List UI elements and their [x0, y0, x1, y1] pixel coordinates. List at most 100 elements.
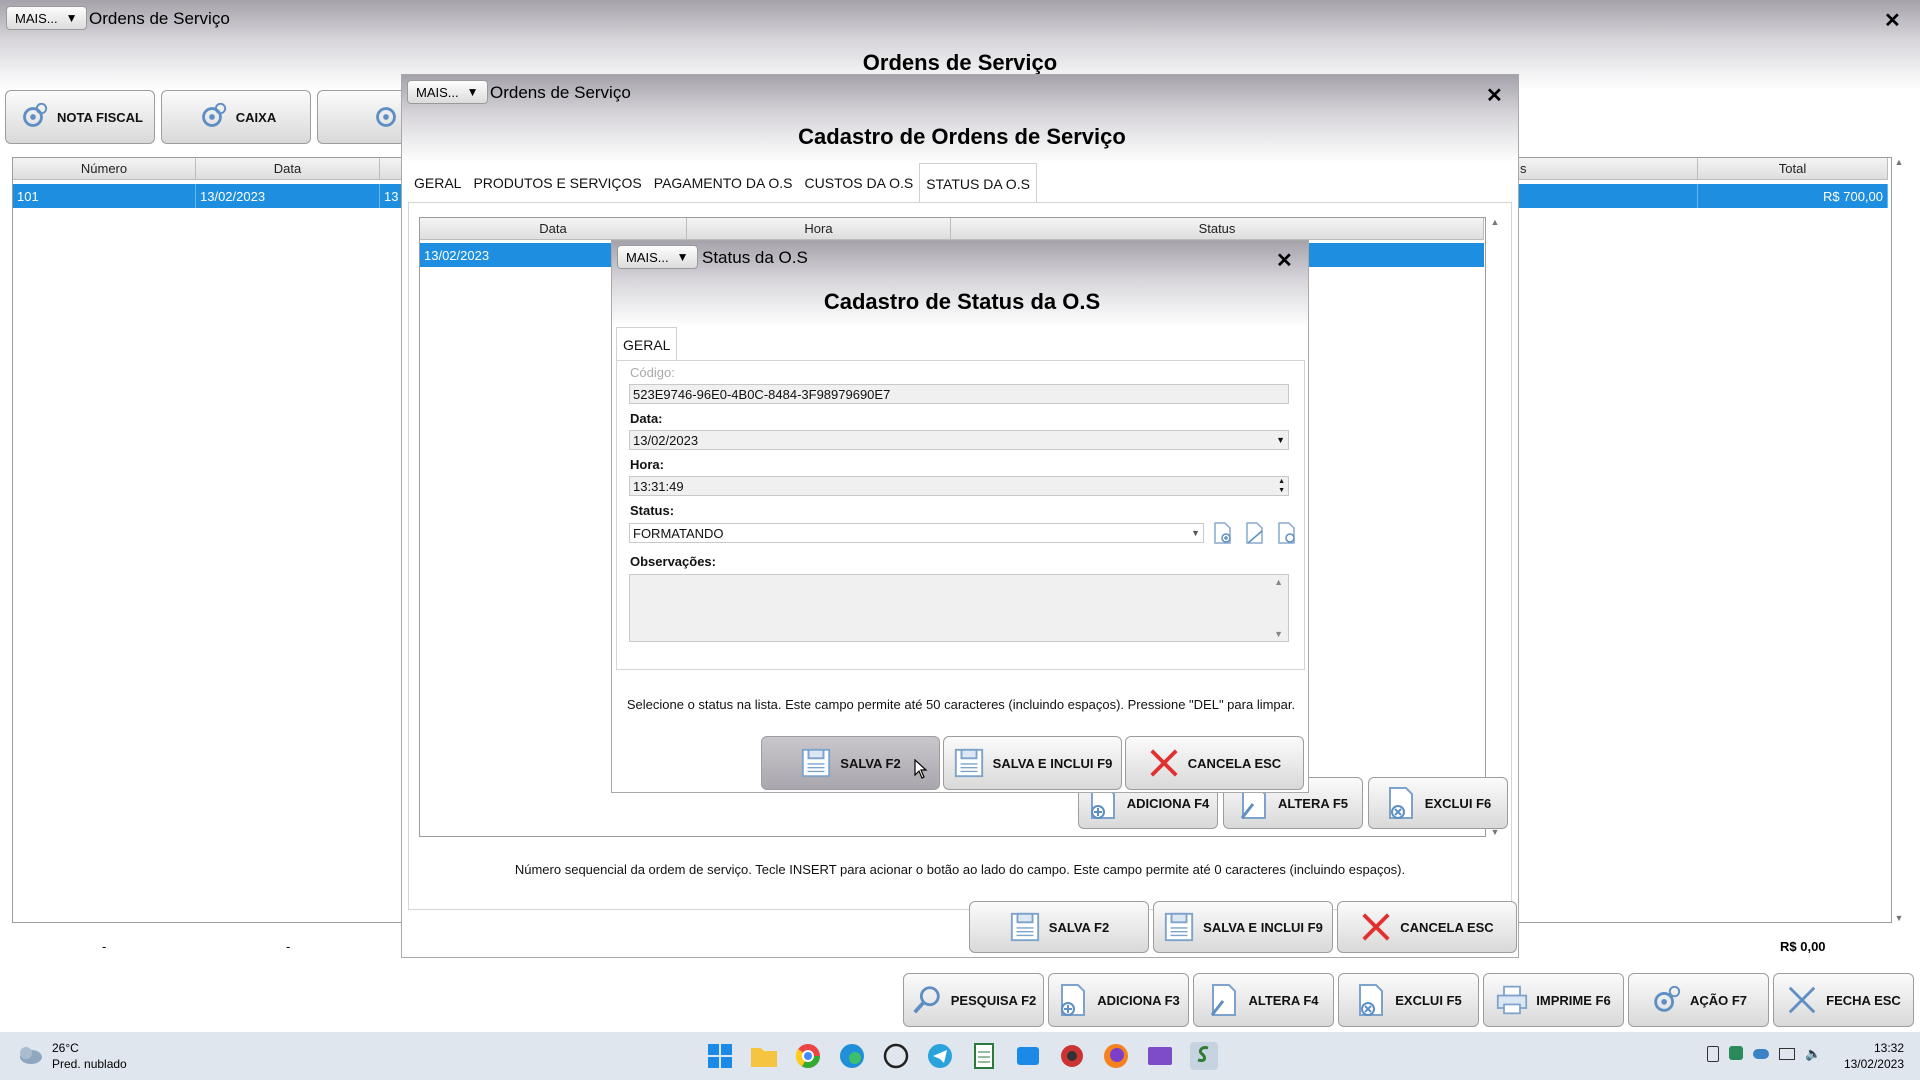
cloud-sync-icon[interactable] [1753, 1049, 1769, 1059]
status-value: FORMATANDO [633, 525, 724, 541]
col-status-hora[interactable]: Hora [687, 218, 951, 239]
taskbar-apps [704, 1040, 1220, 1075]
scroll-up-icon[interactable]: ▲ [1892, 157, 1906, 167]
codigo-label: Código: [630, 365, 675, 380]
status-field[interactable]: FORMATANDO ▼ [629, 523, 1204, 543]
salva-inclui-button[interactable]: SALVA E INCLUI F9 [943, 736, 1122, 790]
os-salva-inclui-button[interactable]: SALVA E INCLUI F9 [1153, 901, 1333, 953]
hora-field[interactable]: 13:31:49 ▲ ▼ [629, 476, 1289, 496]
dropdown-arrow-icon: ▼ [65, 11, 78, 25]
os-cancela-button[interactable]: CANCELA ESC [1337, 901, 1517, 953]
main-grid-scrollbar[interactable]: ▲ ▼ [1892, 157, 1906, 923]
cadastro-os-mais-button[interactable]: MAIS... ▼ [407, 80, 488, 104]
add-status-icon[interactable] [1212, 521, 1234, 548]
edit-status-icon[interactable] [1244, 521, 1266, 548]
view-status-icon[interactable] [1276, 521, 1298, 548]
altera-f4-button[interactable]: ALTERA F4 [1193, 973, 1334, 1027]
main-mais-button[interactable]: MAIS... ▼ [6, 6, 87, 30]
main-grid-header-left: Número Data [13, 158, 408, 180]
col-s[interactable]: s [1518, 158, 1698, 179]
taskbar: 26°C Pred. nublado 🔈 13:32 13/02/2023 [0, 1032, 1920, 1080]
tab-status-geral[interactable]: GERAL [616, 327, 678, 361]
imprime-f6-button[interactable]: IMPRIME F6 [1483, 973, 1624, 1027]
pesquisa-label: PESQUISA F2 [950, 992, 1037, 1008]
gear-icon [1650, 984, 1682, 1016]
codigo-field: 523E9746-96E0-4B0C-8484-3F98979690E7 [629, 384, 1289, 404]
weather-widget[interactable]: 26°C Pred. nublado [16, 1040, 127, 1072]
chevron-down-icon[interactable]: ▼ [1276, 435, 1285, 445]
tab-custos[interactable]: CUSTOS DA O.S [799, 163, 920, 203]
chrome-icon[interactable] [792, 1040, 824, 1075]
adiciona-f3-button[interactable]: ADICIONA F3 [1048, 973, 1189, 1027]
tab-pagamento[interactable]: PAGAMENTO DA O.S [648, 163, 799, 203]
salva-f2-button[interactable]: SALVA F2 [761, 736, 940, 790]
imprime-f6-label: IMPRIME F6 [1536, 992, 1611, 1008]
caixa-button[interactable]: CAIXA [161, 90, 311, 144]
main-grid-row[interactable]: 101 13/02/2023 13 [13, 184, 408, 208]
clock[interactable]: 13:32 13/02/2023 [1820, 1040, 1904, 1072]
cadastro-os-close-button[interactable]: ✕ [1486, 83, 1503, 108]
circle-app-icon[interactable] [1056, 1040, 1088, 1075]
col-status-status[interactable]: Status [951, 218, 1484, 239]
scroll-down-icon[interactable]: ▼ [1892, 913, 1906, 923]
volume-icon[interactable]: 🔈 [1805, 1046, 1821, 1062]
tab-produtos-servicos[interactable]: PRODUTOS E SERVIÇOS [467, 163, 647, 203]
nota-fiscal-button[interactable]: NOTA FISCAL [5, 90, 155, 144]
network-icon[interactable] [1779, 1048, 1795, 1060]
cadastro-os-hint: Número sequencial da ordem de serviço. T… [514, 862, 1406, 877]
fecha-esc-button[interactable]: FECHA ESC [1773, 973, 1914, 1027]
tab-geral[interactable]: GERAL [408, 163, 467, 203]
remote-app-icon[interactable] [1012, 1040, 1044, 1075]
edge-icon[interactable] [836, 1040, 868, 1075]
main-heading: Ordens de Serviço [862, 50, 1058, 75]
security-icon[interactable] [1729, 1046, 1743, 1060]
firefox-icon[interactable] [1100, 1040, 1132, 1075]
whatsapp-icon[interactable] [880, 1040, 912, 1075]
data-field[interactable]: 13/02/2023 ▼ [629, 430, 1289, 450]
spreadsheet-icon[interactable] [968, 1040, 1000, 1075]
os-salva-f2-button[interactable]: SALVA F2 [969, 901, 1149, 953]
erp-app-icon[interactable] [1188, 1040, 1220, 1075]
status-dialog-mais-button[interactable]: MAIS... ▼ [617, 245, 698, 269]
notification-icon[interactable] [1707, 1046, 1719, 1062]
telegram-icon[interactable] [924, 1040, 956, 1075]
main-close-button[interactable]: ✕ [1884, 8, 1901, 33]
scroll-down-icon[interactable]: ▼ [1274, 629, 1283, 639]
save-icon [1009, 911, 1041, 943]
altera-f5-label: ALTERA F5 [1277, 795, 1349, 811]
col-data[interactable]: Data [196, 158, 380, 179]
adiciona-f4-label: ADICIONA F4 [1126, 795, 1210, 811]
exclui-f5-button[interactable]: EXCLUI F5 [1338, 973, 1479, 1027]
col-numero[interactable]: Número [13, 158, 196, 179]
main-grid-row-right[interactable]: R$ 700,00 [1518, 184, 1888, 208]
printer-icon [1496, 984, 1528, 1016]
footer-total: R$ 0,00 [1780, 939, 1826, 954]
col-status-data[interactable]: Data [420, 218, 687, 239]
save-icon [1163, 911, 1195, 943]
tab-status[interactable]: STATUS DA O.S [919, 163, 1037, 203]
pesquisa-button[interactable]: PESQUISA F2 [903, 973, 1044, 1027]
close-icon [1786, 984, 1818, 1016]
exclui-f6-button[interactable]: EXCLUI F6 [1368, 777, 1508, 829]
third-top-button[interactable] [317, 90, 407, 144]
status-dialog-tabs: GERAL [616, 327, 678, 361]
col-total[interactable]: Total [1698, 158, 1888, 179]
gear-icon [370, 101, 402, 133]
cancela-esc-button[interactable]: CANCELA ESC [1125, 736, 1304, 790]
save-icon [953, 747, 985, 779]
scroll-up-icon[interactable]: ▲ [1488, 217, 1502, 227]
file-explorer-icon[interactable] [748, 1040, 780, 1075]
status-dialog-heading: Cadastro de Status da O.S [823, 289, 1101, 314]
spinner-icon[interactable]: ▲ ▼ [1278, 477, 1285, 495]
status-grid-scrollbar[interactable]: ▲ ▼ [1488, 217, 1502, 837]
cancel-icon [1148, 747, 1180, 779]
scroll-up-icon[interactable]: ▲ [1274, 577, 1283, 587]
start-icon[interactable] [704, 1040, 736, 1075]
save-icon [800, 747, 832, 779]
observacoes-textarea[interactable]: ▲ ▼ [629, 574, 1289, 642]
video-app-icon[interactable] [1144, 1040, 1176, 1075]
status-dialog-close-button[interactable]: ✕ [1276, 248, 1293, 273]
chevron-down-icon[interactable]: ▼ [1191, 528, 1200, 538]
data-label: Data: [630, 411, 663, 426]
acao-f7-button[interactable]: AÇÃO F7 [1628, 973, 1769, 1027]
